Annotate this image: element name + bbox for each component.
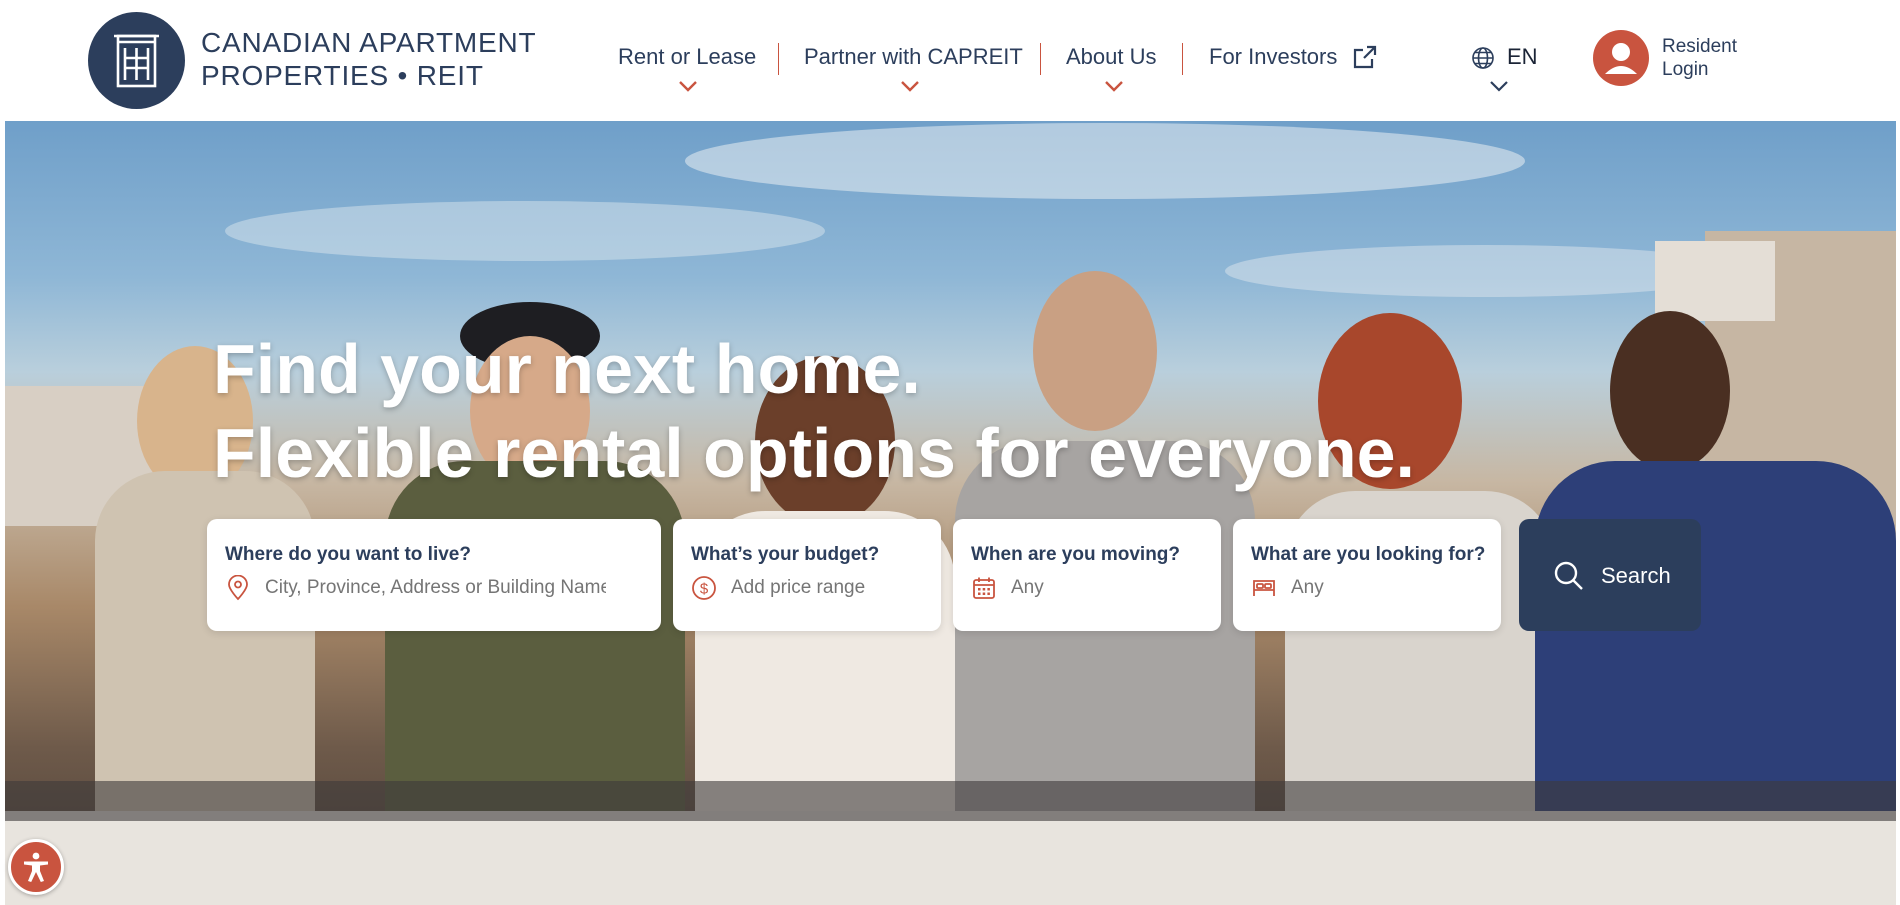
search-button[interactable]: Search	[1519, 519, 1701, 631]
headline-line-2: Flexible rental options for everyone.	[213, 414, 1415, 492]
accessibility-button[interactable]	[8, 839, 64, 895]
chevron-down-icon	[1105, 81, 1123, 92]
external-link-icon	[1353, 45, 1377, 69]
chevron-down-icon	[1490, 81, 1508, 92]
site-header: CANADIAN APARTMENT PROPERTIES • REIT Ren…	[5, 0, 1896, 121]
nav-for-investors[interactable]: For Investors	[1209, 44, 1377, 84]
move-date-label: When are you moving?	[971, 544, 1181, 565]
hero-section: Find your next home. Flexible rental opt…	[5, 121, 1896, 905]
budget-label: What’s your budget?	[691, 544, 880, 565]
move-date-input[interactable]	[1011, 577, 1212, 599]
nav-partner-with-capreit[interactable]: Partner with CAPREIT	[804, 44, 1023, 92]
nav-divider	[1040, 43, 1041, 75]
language-label: EN	[1507, 44, 1538, 69]
nav-label: For Investors	[1209, 44, 1338, 69]
brand-line-1: CANADIAN APARTMENT	[201, 27, 537, 58]
nav-divider	[778, 43, 779, 75]
capreit-logo[interactable]	[88, 12, 185, 109]
hero-background-photo	[5, 123, 1896, 905]
search-button-label: Search	[1601, 563, 1671, 588]
calendar-icon	[973, 577, 995, 599]
property-type-input[interactable]	[1291, 577, 1492, 599]
property-type-label: What are you looking for?	[1251, 544, 1486, 565]
brand-line-2: PROPERTIES • REIT	[201, 60, 484, 91]
chevron-down-icon	[901, 81, 919, 92]
budget-input[interactable]	[731, 577, 932, 599]
dollar-circle-icon: $	[692, 576, 716, 600]
nav-rent-or-lease[interactable]: Rent or Lease	[618, 44, 757, 92]
globe-icon	[1472, 47, 1494, 69]
nav-about-us[interactable]: About Us	[1066, 44, 1157, 92]
move-date-field[interactable]: When are you moving?	[953, 519, 1221, 631]
headline-line-1: Find your next home.	[213, 330, 921, 408]
brand-name[interactable]: CANADIAN APARTMENT PROPERTIES • REIT	[201, 26, 536, 92]
property-type-field[interactable]: What are you looking for?	[1233, 519, 1501, 631]
search-icon	[1554, 561, 1583, 590]
location-label: Where do you want to live?	[225, 544, 471, 565]
nav-label: About Us	[1066, 44, 1157, 69]
nav-divider	[1182, 43, 1183, 75]
bed-icon	[1253, 580, 1275, 596]
location-field[interactable]: Where do you want to live?	[207, 519, 661, 631]
map-pin-icon	[228, 575, 248, 601]
nav-label: Rent or Lease	[618, 44, 757, 69]
location-input[interactable]	[265, 577, 606, 599]
svg-text:$: $	[700, 581, 709, 598]
chevron-down-icon	[679, 81, 697, 92]
budget-field[interactable]: What’s your budget? $	[673, 519, 941, 631]
hero-headline: Find your next home. Flexible rental opt…	[213, 327, 1415, 495]
user-avatar-icon	[1593, 30, 1649, 86]
accessibility-icon	[24, 852, 48, 882]
nav-label: Partner with CAPREIT	[804, 44, 1023, 69]
resident-login-label: Resident Login	[1662, 36, 1737, 80]
